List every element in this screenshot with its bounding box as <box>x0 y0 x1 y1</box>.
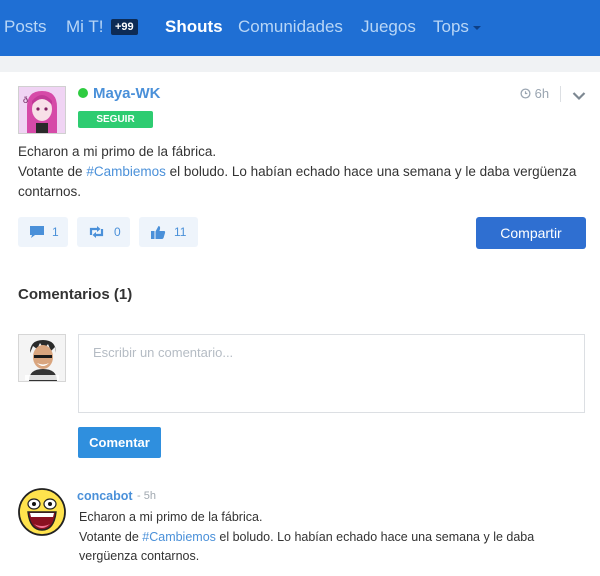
post-body: Echaron a mi primo de la fábrica. Votant… <box>18 142 588 202</box>
hashtag-link[interactable]: #Cambiemos <box>86 164 166 179</box>
nav-tops[interactable]: Tops <box>433 17 469 37</box>
comment-text-prefix: Votante de <box>79 529 143 544</box>
notification-badge[interactable]: +99 <box>111 19 138 35</box>
comment-hashtag-link[interactable]: #Cambiemos <box>142 530 216 544</box>
nav-mi-t[interactable]: Mi T! <box>66 17 103 37</box>
post-text-paragraph: Votante de #Cambiemos el boludo. Lo habí… <box>18 162 588 202</box>
comment-body: Echaron a mi primo de la fábrica. Votant… <box>79 508 589 567</box>
like-count: 11 <box>174 225 187 239</box>
nav-posts[interactable]: Posts <box>4 17 47 37</box>
reshout-button[interactable]: 0 <box>77 217 130 247</box>
follow-button[interactable]: SEGUIR <box>78 111 153 128</box>
header-divider <box>560 86 561 102</box>
nav-shouts[interactable]: Shouts <box>165 17 223 37</box>
current-user-avatar[interactable] <box>18 334 66 382</box>
author-avatar[interactable]: ð <box>18 86 66 134</box>
comment-text-line: Echaron a mi primo de la fábrica. <box>79 510 263 524</box>
post-time-text: 6h <box>534 86 550 101</box>
clock-icon <box>520 88 531 99</box>
top-navbar: Posts Mi T! +99 Shouts Comunidades Juego… <box>0 0 600 56</box>
post-text-line: Echaron a mi primo de la fábrica. <box>18 144 217 159</box>
reshout-count: 0 <box>114 225 121 239</box>
share-button[interactable]: Compartir <box>476 217 586 249</box>
comment-timestamp: - 5h <box>137 490 156 502</box>
comment-input[interactable] <box>78 334 585 413</box>
submit-comment-button[interactable]: Comentar <box>78 427 161 458</box>
svg-text:ð: ð <box>23 95 28 105</box>
post-timestamp: 6h <box>520 86 549 101</box>
like-button[interactable]: 11 <box>139 217 198 247</box>
comment-icon <box>29 225 45 244</box>
comments-heading: Comentarios (1) <box>18 286 133 303</box>
nav-juegos[interactable]: Juegos <box>361 17 416 37</box>
reshout-icon <box>88 225 105 244</box>
tops-dropdown-caret-icon[interactable] <box>473 26 481 30</box>
thumbs-up-icon <box>150 225 166 245</box>
nav-comunidades[interactable]: Comunidades <box>238 17 343 37</box>
author-username[interactable]: Maya-WK <box>93 85 161 102</box>
commenter-username[interactable]: concabot <box>77 489 133 503</box>
post-text-prefix: Votante de <box>18 164 87 179</box>
comment-count: 1 <box>52 225 59 239</box>
comment-text-paragraph: Votante de #Cambiemos el boludo. Lo habí… <box>79 528 589 567</box>
commenter-avatar[interactable] <box>18 488 66 536</box>
comment-count-button[interactable]: 1 <box>18 217 68 247</box>
online-status-icon <box>78 88 88 98</box>
chevron-down-icon[interactable] <box>572 88 586 106</box>
